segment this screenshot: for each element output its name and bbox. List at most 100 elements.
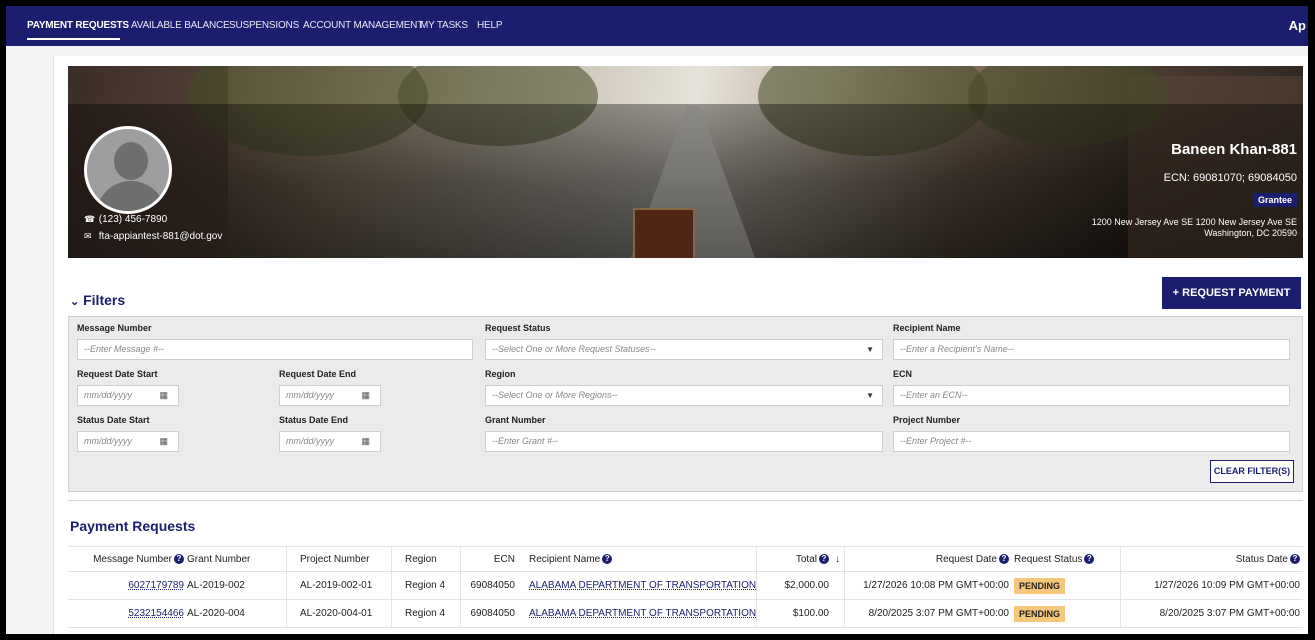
- grant-number-cell: AL-2019-002: [187, 580, 245, 591]
- col-project-number[interactable]: Project Number: [300, 547, 369, 571]
- request-status-select[interactable]: --Select One or More Request Statuses-- …: [485, 339, 883, 360]
- nav-payment-requests[interactable]: PAYMENT REQUESTS: [27, 20, 129, 31]
- col-label: Message Number: [93, 554, 172, 565]
- col-label: Total: [795, 554, 817, 565]
- status-date-cell: 8/20/2025 3:07 PM GMT+00:00: [1159, 608, 1300, 619]
- recipient-link[interactable]: ALABAMA DEPARTMENT OF TRANSPORTATION: [529, 572, 756, 599]
- payment-requests-title: Payment Requests: [70, 518, 196, 534]
- request-date-start-placeholder: mm/dd/yyyy: [84, 390, 133, 400]
- status-date-start-label: Status Date Start: [77, 415, 150, 425]
- request-date-end-input[interactable]: mm/dd/yyyy ▦: [279, 385, 381, 406]
- col-message-number[interactable]: Message Number?: [68, 547, 184, 571]
- chevron-down-icon: ⌄: [70, 296, 80, 308]
- sort-descending-icon[interactable]: ↓: [835, 547, 840, 571]
- active-tab-indicator: [27, 38, 120, 40]
- address-line-2: Washington, DC 20590: [1204, 228, 1297, 238]
- ecn-label: ECN: [893, 369, 913, 379]
- ecn-input[interactable]: --Enter an ECN--: [893, 385, 1290, 406]
- message-number-link[interactable]: 5232154466: [68, 600, 184, 627]
- column-divider: [391, 547, 392, 571]
- message-number-text[interactable]: 5232154466: [128, 608, 184, 619]
- section-divider: [68, 500, 1303, 501]
- status-badge: PENDING: [1014, 606, 1066, 622]
- help-icon[interactable]: ?: [174, 554, 184, 565]
- table-row: 6027179789 AL-2019-002 AL-2019-002-01 Re…: [68, 572, 1303, 600]
- calendar-icon[interactable]: ▦: [361, 386, 370, 405]
- nav-account-management[interactable]: ACCOUNT MANAGEMENT: [303, 20, 423, 31]
- request-date-end-placeholder: mm/dd/yyyy: [286, 390, 335, 400]
- nav-my-tasks[interactable]: MY TASKS: [420, 20, 468, 31]
- column-divider: [391, 600, 392, 627]
- message-number-input[interactable]: --Enter Message #--: [77, 339, 473, 360]
- col-grant-number[interactable]: Grant Number: [187, 547, 250, 571]
- col-region[interactable]: Region: [405, 547, 437, 571]
- col-label: Status Date: [1235, 554, 1288, 565]
- calendar-icon[interactable]: ▦: [159, 386, 168, 405]
- message-number-link[interactable]: 6027179789: [68, 572, 184, 599]
- region-select[interactable]: --Select One or More Regions-- ▼: [485, 385, 883, 406]
- col-status-date[interactable]: Status Date?: [1120, 547, 1300, 571]
- recipient-name-input[interactable]: --Enter a Recipient's Name--: [893, 339, 1290, 360]
- col-request-date[interactable]: Request Date?: [844, 547, 1009, 571]
- caret-down-icon: ▼: [866, 345, 874, 354]
- grant-number-input[interactable]: --Enter Grant #--: [485, 431, 883, 452]
- main-content: ☎ (123) 456-7890 ✉ fta-appiantest-881@do…: [53, 56, 1308, 634]
- project-number-label: Project Number: [893, 415, 961, 425]
- table-header: Message Number? Grant Number Project Num…: [68, 546, 1303, 572]
- nav-app-label[interactable]: Ap: [1289, 18, 1306, 33]
- col-label: Request Status: [1014, 554, 1083, 565]
- clear-filters-button[interactable]: CLEAR FILTER(S): [1210, 460, 1294, 483]
- column-divider: [286, 572, 287, 599]
- status-date-end-label: Status Date End: [279, 415, 349, 425]
- status-date-start-input[interactable]: mm/dd/yyyy ▦: [77, 431, 179, 452]
- grant-number-cell: AL-2020-004: [187, 608, 245, 619]
- status-date-start-placeholder: mm/dd/yyyy: [84, 436, 133, 446]
- recipient-name-label: Recipient Name: [893, 323, 961, 333]
- payment-requests-table: Message Number? Grant Number Project Num…: [68, 546, 1303, 628]
- avatar-head: [114, 142, 148, 180]
- recipient-text[interactable]: ALABAMA DEPARTMENT OF TRANSPORTATION: [529, 580, 756, 591]
- total-cell: $100.00: [792, 608, 829, 619]
- calendar-icon[interactable]: ▦: [361, 432, 370, 451]
- recipient-link[interactable]: ALABAMA DEPARTMENT OF TRANSPORTATION: [529, 600, 756, 627]
- col-request-status[interactable]: Request Status?: [1014, 547, 1095, 571]
- message-number-text[interactable]: 6027179789: [128, 580, 184, 591]
- status-date-cell: 1/27/2026 10:09 PM GMT+00:00: [1154, 580, 1300, 591]
- user-ecn: ECN: 69081070; 69084050: [1163, 172, 1297, 184]
- column-divider: [286, 600, 287, 627]
- nav-suspensions[interactable]: SUSPENSIONS: [229, 20, 299, 31]
- status-badge: PENDING: [1014, 578, 1066, 594]
- col-ecn[interactable]: ECN: [460, 547, 515, 571]
- request-status-placeholder: --Select One or More Request Statuses--: [492, 344, 656, 354]
- nav-help[interactable]: HELP: [477, 20, 503, 31]
- filters-toggle[interactable]: ⌄ Filters: [70, 292, 125, 308]
- recipient-text[interactable]: ALABAMA DEPARTMENT OF TRANSPORTATION: [529, 608, 756, 619]
- region-cell: Region 4: [405, 608, 446, 619]
- ecn-cell: 69084050: [470, 580, 516, 591]
- nav-available-balance[interactable]: AVAILABLE BALANCE: [131, 20, 230, 31]
- help-icon[interactable]: ?: [1084, 554, 1095, 565]
- help-icon[interactable]: ?: [999, 554, 1009, 565]
- help-icon[interactable]: ?: [602, 554, 613, 565]
- grant-number-label: Grant Number: [485, 415, 546, 425]
- status-date-end-input[interactable]: mm/dd/yyyy ▦: [279, 431, 381, 452]
- calendar-icon[interactable]: ▦: [159, 432, 168, 451]
- col-label: Recipient Name: [529, 554, 601, 565]
- project-number-input[interactable]: --Enter Project #--: [893, 431, 1290, 452]
- region-placeholder: --Select One or More Regions--: [492, 390, 618, 400]
- role-badge: Grantee: [1252, 193, 1297, 207]
- project-number-cell: AL-2020-004-01: [300, 608, 373, 619]
- help-icon[interactable]: ?: [1290, 554, 1300, 565]
- help-icon[interactable]: ?: [819, 554, 829, 565]
- request-payment-button[interactable]: + REQUEST PAYMENT: [1162, 277, 1301, 309]
- col-recipient-name[interactable]: Recipient Name?: [529, 547, 613, 571]
- col-total[interactable]: Total?: [756, 547, 829, 571]
- top-navigation: PAYMENT REQUESTS AVAILABLE BALANCE SUSPE…: [6, 6, 1308, 46]
- column-divider: [286, 547, 287, 571]
- ecn-cell: 69084050: [470, 608, 516, 619]
- profile-banner: ☎ (123) 456-7890 ✉ fta-appiantest-881@do…: [68, 66, 1303, 258]
- address-line-1: 1200 New Jersey Ave SE 1200 New Jersey A…: [1091, 217, 1297, 227]
- request-date-cell: 1/27/2026 10:08 PM GMT+00:00: [863, 580, 1009, 591]
- request-date-end-label: Request Date End: [279, 369, 357, 379]
- request-date-start-input[interactable]: mm/dd/yyyy ▦: [77, 385, 179, 406]
